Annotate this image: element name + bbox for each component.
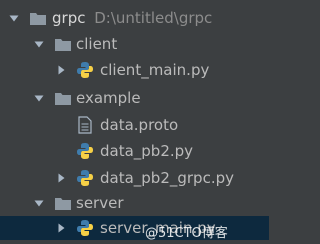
tree-row-folder-example[interactable]: example [0, 86, 269, 110]
python-file-icon [76, 219, 94, 237]
chevron-down-icon[interactable] [33, 38, 45, 50]
folder-label: client [76, 35, 118, 53]
chevron-down-icon[interactable] [8, 12, 20, 24]
chevron-down-icon[interactable] [33, 197, 45, 209]
chevron-right-icon[interactable] [55, 222, 67, 234]
project-tree: grpc D:\untitled\grpc client client_main… [0, 0, 269, 244]
text-file-icon [76, 116, 94, 134]
folder-icon [54, 35, 72, 53]
chevron-right-icon[interactable] [55, 172, 67, 184]
root-folder-name: grpc [52, 9, 86, 27]
watermark-text: @51CTO博客 [145, 226, 228, 241]
python-file-icon [76, 142, 94, 160]
tree-row-root[interactable]: grpc D:\untitled\grpc [0, 6, 269, 30]
python-file-icon [76, 169, 94, 187]
file-label: data.proto [100, 116, 179, 134]
python-file-icon [76, 61, 94, 79]
tree-row-folder-client[interactable]: client [0, 32, 269, 56]
folder-icon [54, 194, 72, 212]
tree-row-file-data-proto[interactable]: data.proto [0, 113, 269, 137]
root-folder-path: D:\untitled\grpc [94, 9, 213, 27]
file-label: data_pb2.py [100, 142, 194, 160]
chevron-right-icon[interactable] [55, 64, 67, 76]
tree-row-file-server-main[interactable]: server_main.py [0, 216, 269, 240]
folder-icon [54, 89, 72, 107]
folder-icon [29, 9, 47, 27]
tree-row-file-data-pb2-grpc[interactable]: data_pb2_grpc.py [0, 166, 269, 190]
folder-label: server [76, 194, 124, 212]
chevron-down-icon[interactable] [33, 92, 45, 104]
file-label: client_main.py [100, 61, 210, 79]
tree-row-file-data-pb2[interactable]: data_pb2.py [0, 139, 269, 163]
tree-row-folder-server[interactable]: server [0, 191, 269, 215]
file-label: data_pb2_grpc.py [100, 169, 234, 187]
tree-row-file-client-main[interactable]: client_main.py [0, 58, 269, 82]
folder-label: example [76, 89, 141, 107]
